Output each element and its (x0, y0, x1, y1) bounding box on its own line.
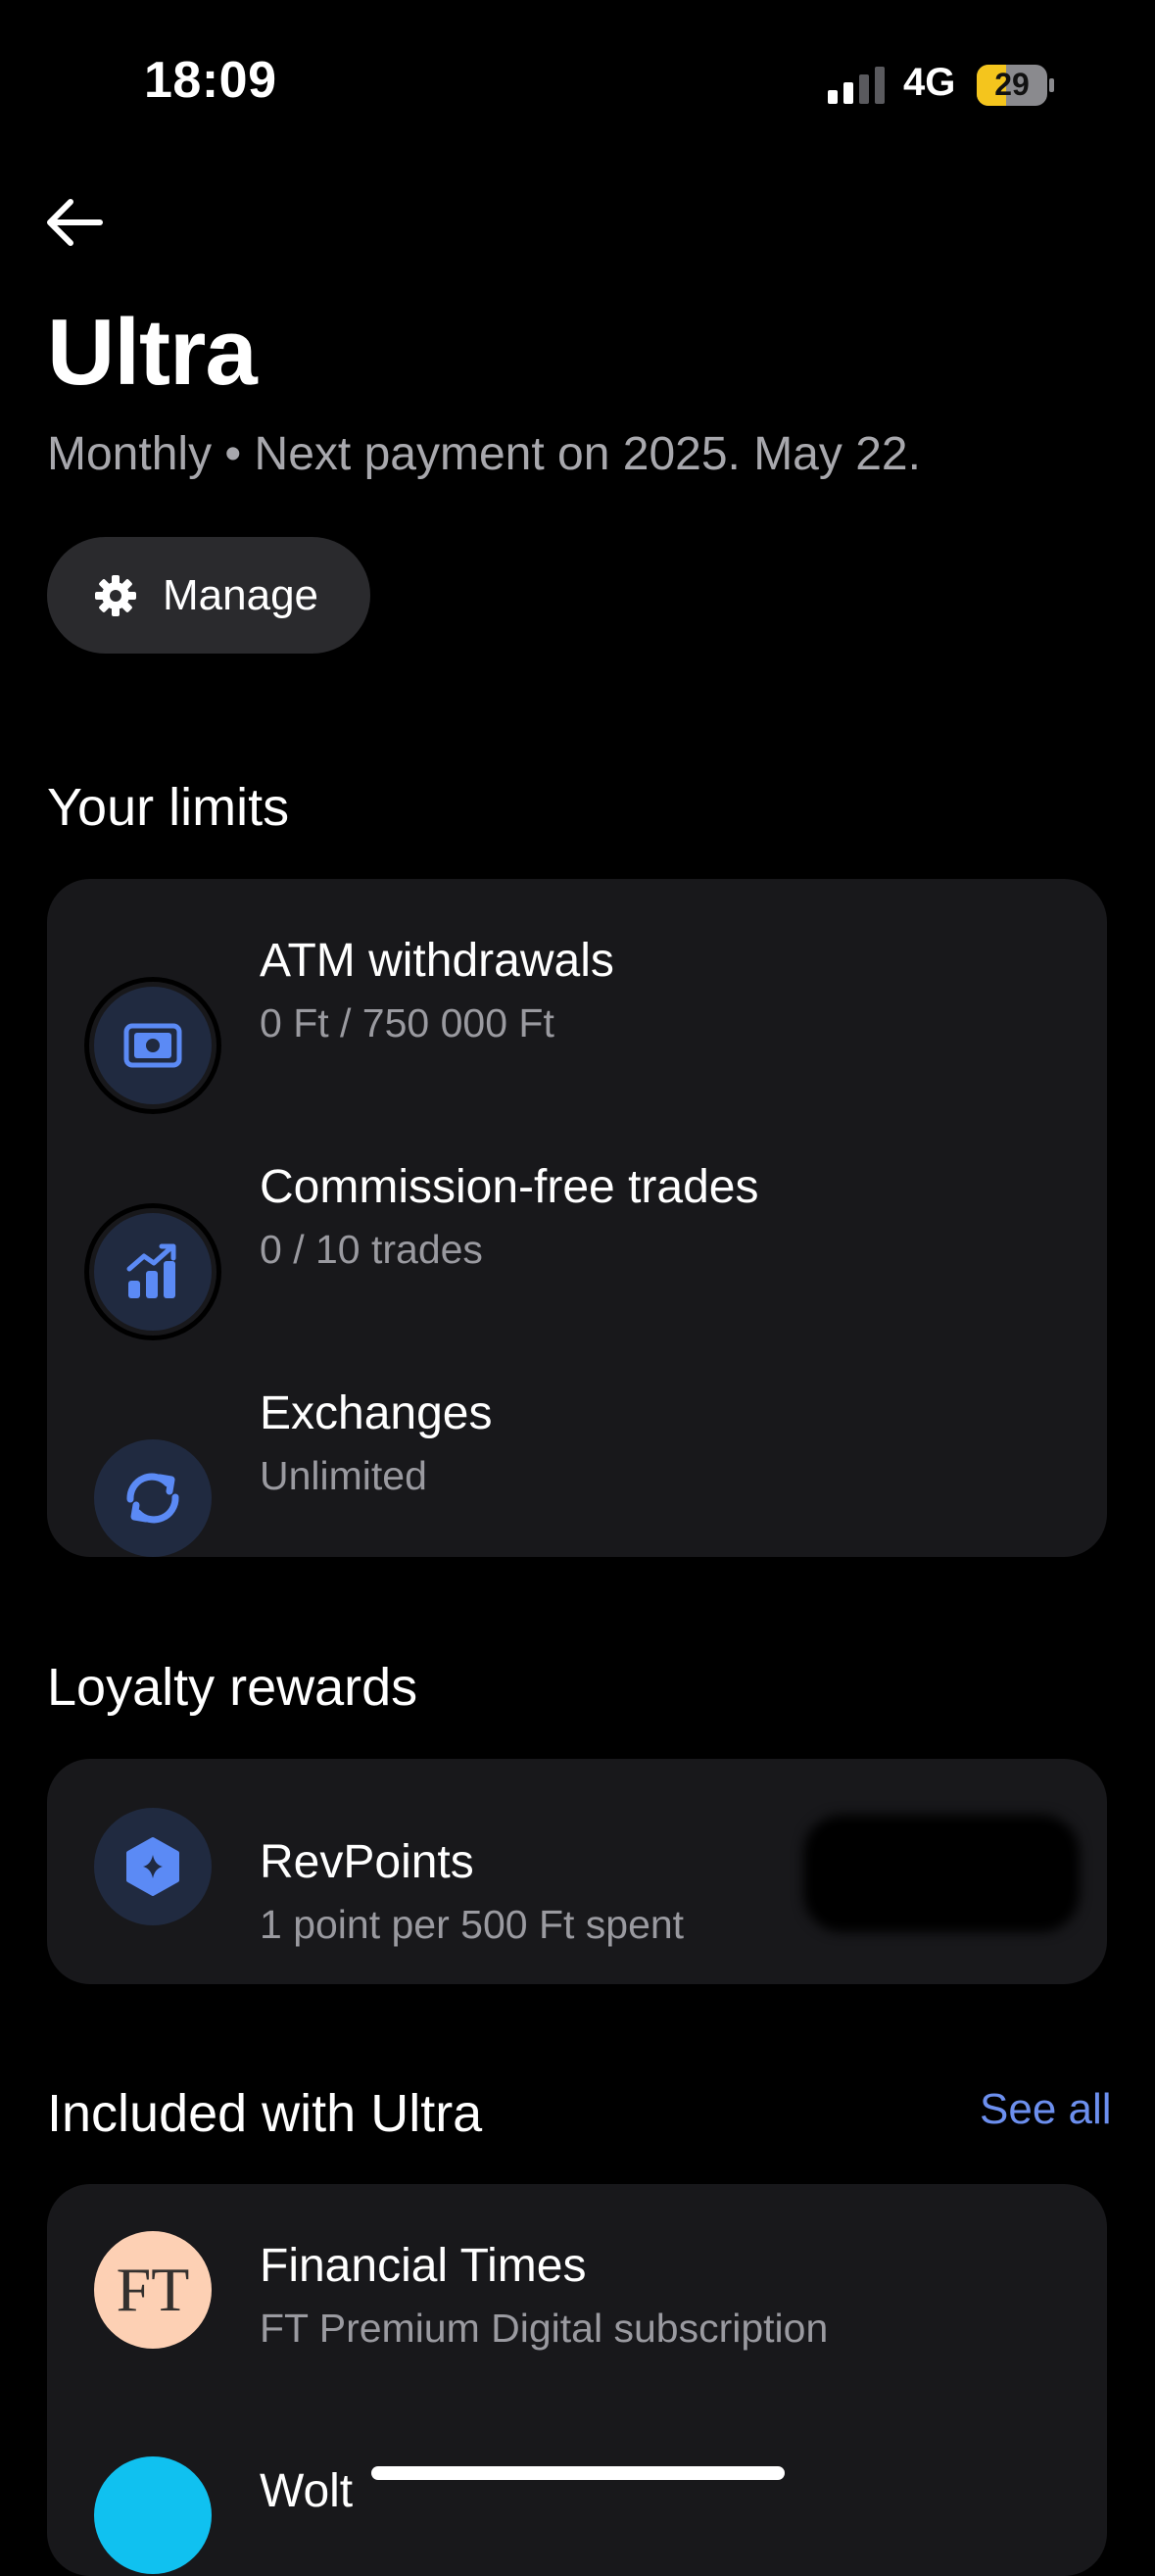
see-all-link[interactable]: See all (980, 2085, 1112, 2134)
financial-times-logo: FT (94, 2231, 212, 2349)
exchange-icon (94, 1439, 212, 1557)
perk-title-wolt[interactable]: Wolt (260, 2464, 353, 2518)
perk-desc-ft: FT Premium Digital subscription (260, 2306, 829, 2351)
manage-button[interactable]: Manage (47, 537, 370, 654)
back-arrow-icon[interactable] (45, 196, 104, 249)
battery-icon: 29 (977, 65, 1055, 106)
battery-level: 29 (994, 67, 1030, 102)
limit-title-atm: ATM withdrawals (260, 935, 614, 987)
limit-value-atm: 0 Ft / 750 000 Ft (260, 1000, 554, 1045)
network-type: 4G (903, 61, 956, 104)
perk-title-ft[interactable]: Financial Times (260, 2239, 586, 2293)
limit-title-exchanges: Exchanges (260, 1387, 493, 1439)
manage-label: Manage (163, 570, 319, 619)
limit-value-trades: 0 / 10 trades (260, 1227, 483, 1272)
loyalty-section-title: Loyalty rewards (47, 1658, 418, 1717)
home-indicator[interactable] (371, 2466, 785, 2480)
plan-subtitle: Monthly • Next payment on 2025. May 22. (47, 428, 921, 480)
limits-section-title: Your limits (47, 778, 290, 837)
cash-icon (94, 987, 212, 1104)
included-card: FT Financial Times FT Premium Digital su… (47, 2184, 1107, 2576)
revpoints-icon (94, 1808, 212, 1925)
limit-title-trades: Commission-free trades (260, 1161, 759, 1213)
wolt-logo (94, 2456, 212, 2574)
signal-icon (828, 67, 885, 104)
page-title: Ultra (47, 300, 258, 405)
gear-icon (95, 574, 136, 616)
limits-card: ATM withdrawals 0 Ft / 750 000 Ft Commis… (47, 879, 1107, 1557)
redacted-points-balance (803, 1815, 1080, 1932)
limit-value-exchanges: Unlimited (260, 1453, 427, 1498)
revpoints-title: RevPoints (260, 1836, 474, 1888)
revpoints-rate: 1 point per 500 Ft spent (260, 1902, 685, 1947)
included-section-title: Included with Ultra (47, 2084, 483, 2143)
status-time: 18:09 (144, 52, 277, 109)
chart-up-icon (94, 1213, 212, 1331)
